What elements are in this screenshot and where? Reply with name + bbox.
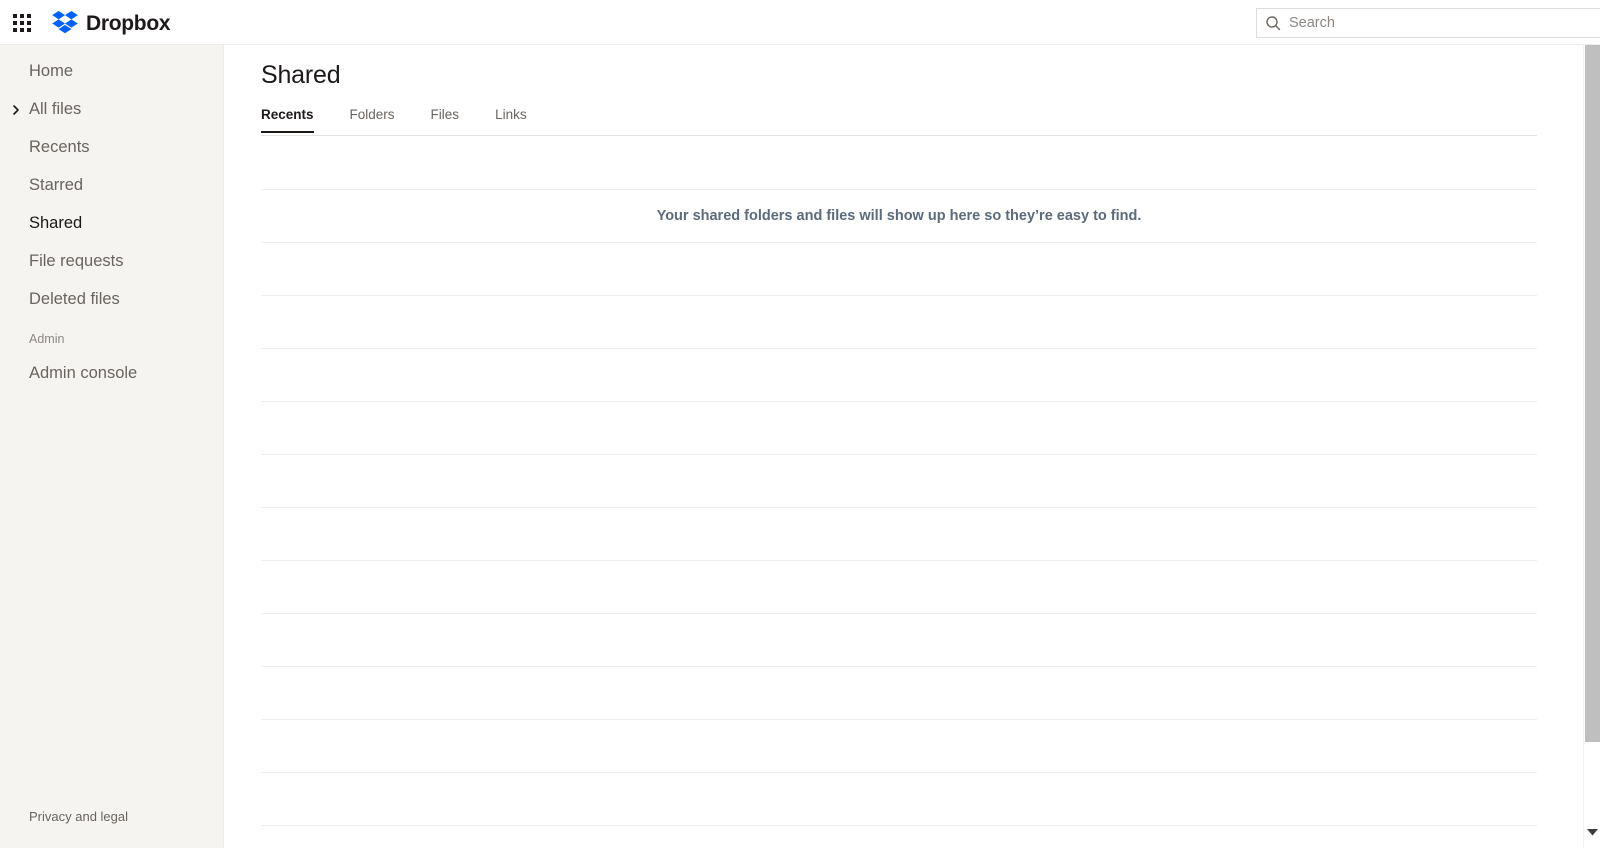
dropbox-logo-icon bbox=[52, 11, 78, 35]
empty-state-message: Your shared folders and files will show … bbox=[656, 208, 1142, 224]
empty-row bbox=[261, 720, 1537, 773]
sidebar-item-shared[interactable]: Shared bbox=[0, 204, 224, 242]
sidebar-item-label: Admin console bbox=[29, 363, 138, 382]
empty-row bbox=[261, 561, 1537, 614]
empty-row bbox=[261, 508, 1537, 561]
sidebar-item-label: Starred bbox=[29, 175, 84, 194]
sidebar: Home All files Recents Starred Shared Fi… bbox=[0, 45, 224, 848]
vertical-scrollbar[interactable] bbox=[1583, 45, 1600, 848]
tab-label: Links bbox=[495, 107, 527, 122]
sidebar-item-all-files[interactable]: All files bbox=[0, 90, 224, 128]
shared-items-list: Your shared folders and files will show … bbox=[261, 137, 1537, 826]
chevron-right-icon[interactable] bbox=[10, 103, 22, 115]
scrollbar-track[interactable] bbox=[1584, 45, 1600, 816]
empty-row bbox=[261, 455, 1537, 508]
empty-row bbox=[261, 243, 1537, 296]
sidebar-item-admin-console[interactable]: Admin console bbox=[0, 354, 224, 392]
grid-dot bbox=[27, 21, 31, 25]
grid-dot bbox=[20, 21, 24, 25]
sidebar-item-label: Shared bbox=[29, 213, 83, 232]
page-title: Shared bbox=[261, 61, 341, 89]
chevron-down-icon bbox=[1587, 828, 1598, 836]
privacy-and-legal-link[interactable]: Privacy and legal bbox=[29, 809, 128, 824]
sidebar-item-home[interactable]: Home bbox=[0, 52, 224, 90]
sidebar-section-admin-label: Admin bbox=[29, 332, 65, 346]
grid-dot bbox=[13, 28, 17, 32]
dropbox-home-link[interactable]: Dropbox bbox=[52, 9, 171, 37]
tab-label: Folders bbox=[349, 107, 395, 122]
sidebar-nav-list: Home All files Recents Starred Shared Fi… bbox=[0, 52, 224, 392]
grid-dot bbox=[20, 28, 24, 32]
grid-dot bbox=[27, 14, 31, 18]
sidebar-item-starred[interactable]: Starred bbox=[0, 166, 224, 204]
sidebar-item-label: Home bbox=[29, 61, 74, 80]
sidebar-item-deleted-files[interactable]: Deleted files bbox=[0, 280, 224, 318]
tab-folders[interactable]: Folders bbox=[350, 108, 395, 132]
search-input[interactable] bbox=[1289, 9, 1600, 37]
empty-row bbox=[261, 614, 1537, 667]
sidebar-item-label: Recents bbox=[29, 137, 90, 156]
sidebar-footer: Privacy and legal bbox=[0, 808, 224, 826]
empty-state-message-row: Your shared folders and files will show … bbox=[261, 190, 1537, 243]
tab-label: Files bbox=[430, 107, 460, 122]
sidebar-item-label: Deleted files bbox=[29, 289, 120, 308]
empty-row bbox=[261, 296, 1537, 349]
sidebar-item-label: File requests bbox=[29, 251, 124, 270]
empty-row bbox=[261, 349, 1537, 402]
tab-recents[interactable]: Recents bbox=[261, 108, 314, 132]
tab-links[interactable]: Links bbox=[495, 108, 527, 132]
grid-dot bbox=[13, 14, 17, 18]
tab-files[interactable]: Files bbox=[431, 108, 460, 132]
brand-name: Dropbox bbox=[86, 11, 171, 35]
search-icon bbox=[1265, 15, 1281, 31]
top-header-bar: Dropbox bbox=[0, 0, 1600, 45]
scroll-down-button[interactable] bbox=[1584, 816, 1600, 848]
grid-dot bbox=[13, 21, 17, 25]
apps-grid-icon[interactable] bbox=[13, 14, 35, 32]
search-box[interactable] bbox=[1256, 8, 1600, 38]
empty-row bbox=[261, 773, 1537, 826]
tab-label: Recents bbox=[261, 107, 314, 122]
empty-row bbox=[261, 137, 1537, 190]
scrollbar-thumb[interactable] bbox=[1585, 45, 1600, 742]
empty-row bbox=[261, 402, 1537, 455]
dropbox-app-window: Dropbox Home All bbox=[0, 0, 1600, 848]
grid-dot bbox=[27, 28, 31, 32]
main-content: Shared Recents Folders Files Links Your … bbox=[225, 45, 1600, 848]
sidebar-item-recents[interactable]: Recents bbox=[0, 128, 224, 166]
empty-row bbox=[261, 667, 1537, 720]
sidebar-item-file-requests[interactable]: File requests bbox=[0, 242, 224, 280]
tab-bar: Recents Folders Files Links bbox=[261, 108, 1537, 136]
grid-dot bbox=[20, 14, 24, 18]
sidebar-item-label: All files bbox=[29, 99, 82, 118]
